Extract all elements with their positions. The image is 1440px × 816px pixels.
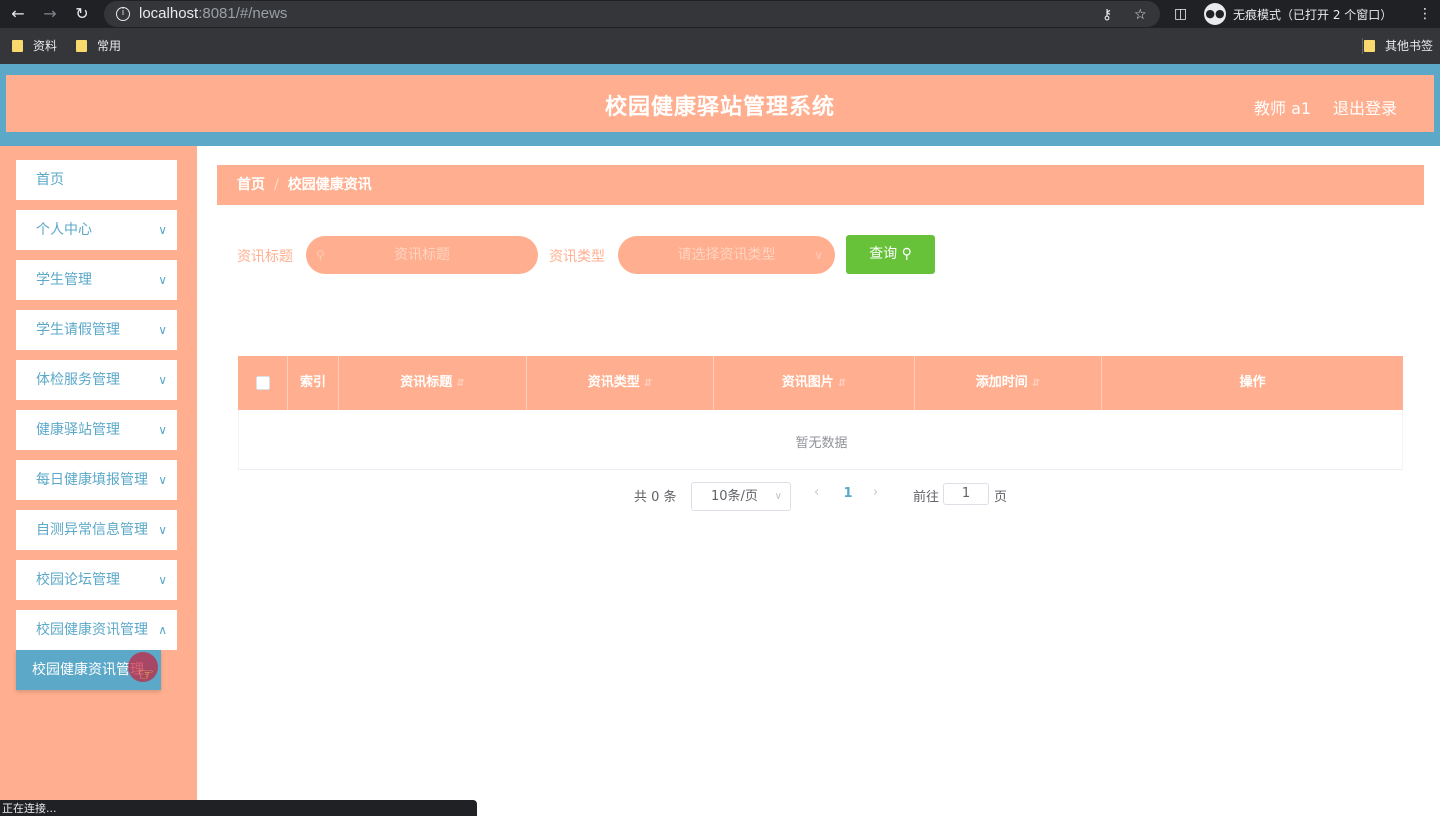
chevron-down-icon: ∨ xyxy=(158,423,167,437)
goto-label: 前往 xyxy=(913,490,940,505)
page-suffix: 页 xyxy=(994,490,1008,505)
app-title: 校园健康驿站管理系统 xyxy=(604,95,835,120)
other-bookmarks[interactable]: 其他书签 xyxy=(1364,38,1433,54)
chevron-down-icon: ∨ xyxy=(158,273,167,287)
forward-arrow-icon[interactable]: → xyxy=(40,4,60,24)
chevron-down-icon: ∨ xyxy=(158,473,167,487)
sidebar-item-home[interactable]: 首页 xyxy=(16,160,177,200)
chevron-down-icon: ∨ xyxy=(814,248,823,262)
sort-icon[interactable]: ⇵ xyxy=(1032,378,1040,389)
column-header: 索引 xyxy=(288,356,339,410)
select-all-column xyxy=(238,356,288,410)
chevron-down-icon: ∨ xyxy=(158,223,167,237)
empty-state: 暂无数据 xyxy=(795,436,848,451)
table-header: 索引 资讯标题 ⇵ 资讯类型 ⇵ 资讯图片 ⇵ 添加时间 ⇵ 操作 xyxy=(238,356,1403,410)
sidebar-item-profile[interactable]: 个人中心 ∨ xyxy=(16,210,177,250)
pagination-total: 共 0 条 xyxy=(634,490,677,505)
app-header: 校园健康驿站管理系统 教师 a1 退出登录 xyxy=(6,75,1434,132)
folder-icon xyxy=(12,40,23,52)
chevron-down-icon: ∨ xyxy=(158,323,167,337)
column-header[interactable]: 资讯标题 ⇵ xyxy=(339,356,527,410)
chevron-down-icon: ∨ xyxy=(158,373,167,387)
hand-cursor-icon: ☞ xyxy=(138,664,155,685)
column-header[interactable]: 添加时间 ⇵ xyxy=(915,356,1102,410)
news-type-label: 资讯类型 xyxy=(549,249,605,265)
logout-link[interactable]: 退出登录 xyxy=(1333,95,1397,119)
table-body: 暂无数据 xyxy=(238,410,1403,470)
sidebar-item-checkup[interactable]: 体检服务管理 ∨ xyxy=(16,360,177,400)
news-type-select[interactable]: 请选择资讯类型 ∨ xyxy=(618,236,835,274)
sidebar-item-students[interactable]: 学生管理 ∨ xyxy=(16,260,177,300)
chevron-down-icon: ∨ xyxy=(774,491,782,502)
breadcrumb-separator: / xyxy=(274,177,279,193)
current-user: 教师 a1 xyxy=(1254,99,1312,118)
sidebar-item-daily-report[interactable]: 每日健康填报管理 ∨ xyxy=(16,460,177,500)
bookmark-folder[interactable]: 资料 xyxy=(12,38,57,54)
sidebar-item-news[interactable]: 校园健康资讯管理 ∧ xyxy=(16,610,177,650)
browser-toolbar: ← → ↻ i localhost:8081/#/news ⚷ ☆ ◫ ●● 无… xyxy=(0,0,1440,28)
breadcrumb-current: 校园健康资讯 xyxy=(287,177,372,193)
incognito-icon[interactable]: ●● xyxy=(1204,3,1226,25)
sidebar: 首页 个人中心 ∨ 学生管理 ∨ 学生请假管理 ∨ 体检服务管理 ∨ 健康驿站管理 ∨ 每… xyxy=(0,146,197,816)
key-icon[interactable]: ⚷ xyxy=(1102,5,1112,25)
chevron-up-icon: ∧ xyxy=(158,623,167,637)
query-button[interactable]: 查询 ⚲ xyxy=(846,235,935,274)
column-header[interactable]: 资讯图片 ⇵ xyxy=(714,356,915,410)
star-icon[interactable]: ☆ xyxy=(1134,5,1147,25)
sidebar-item-forum[interactable]: 校园论坛管理 ∨ xyxy=(16,560,177,600)
goto-page-input[interactable]: 1 xyxy=(943,483,989,505)
page-size-select[interactable]: 10条/页 ∨ xyxy=(691,482,791,511)
sidebar-item-leave[interactable]: 学生请假管理 ∨ xyxy=(16,310,177,350)
folder-icon xyxy=(1364,40,1375,52)
page-number[interactable]: 1 xyxy=(840,486,856,501)
app-header-wrapper: 校园健康驿站管理系统 教师 a1 退出登录 xyxy=(0,64,1440,146)
column-header: 操作 xyxy=(1239,375,1266,390)
breadcrumb: 首页 / 校园健康资讯 xyxy=(217,165,1424,205)
sort-icon[interactable]: ⇵ xyxy=(644,378,652,389)
side-panel-icon[interactable]: ◫ xyxy=(1174,4,1187,24)
select-all-checkbox[interactable] xyxy=(256,376,270,390)
bookmarks-bar: 资料 常用 其他书签 xyxy=(0,28,1440,64)
news-title-label: 资讯标题 xyxy=(237,249,293,265)
reload-icon[interactable]: ↻ xyxy=(72,4,92,24)
sort-icon[interactable]: ⇵ xyxy=(456,378,464,389)
sidebar-item-abnormal-info[interactable]: 自测异常信息管理 ∨ xyxy=(16,510,177,550)
search-icon: ⚲ xyxy=(901,246,912,262)
column-header[interactable]: 资讯类型 ⇵ xyxy=(527,356,714,410)
bookmark-folder[interactable]: 常用 xyxy=(76,38,121,54)
browser-status-bar: 正在连接... xyxy=(0,800,477,816)
chevron-down-icon: ∨ xyxy=(158,523,167,537)
back-arrow-icon[interactable]: ← xyxy=(8,4,28,24)
sidebar-item-health-station[interactable]: 健康驿站管理 ∨ xyxy=(16,410,177,450)
menu-kebab-icon[interactable]: ⋮ xyxy=(1418,4,1432,24)
sort-icon[interactable]: ⇵ xyxy=(838,378,846,389)
prev-page-icon[interactable]: ‹ xyxy=(814,485,819,500)
search-icon: ⚲ xyxy=(316,248,325,262)
breadcrumb-home[interactable]: 首页 xyxy=(237,177,265,193)
next-page-icon[interactable]: › xyxy=(873,485,878,500)
incognito-label[interactable]: 无痕模式（已打开 2 个窗口） xyxy=(1233,6,1392,23)
url-text[interactable]: localhost:8081/#/news xyxy=(139,5,287,22)
news-title-input[interactable]: ⚲ 资讯标题 xyxy=(306,236,538,274)
address-bar[interactable]: i localhost:8081/#/news ⚷ ☆ xyxy=(104,1,1160,27)
site-info-icon[interactable]: i xyxy=(116,7,130,21)
bookmark-separator xyxy=(1362,38,1363,54)
chevron-down-icon: ∨ xyxy=(158,573,167,587)
folder-icon xyxy=(76,40,87,52)
